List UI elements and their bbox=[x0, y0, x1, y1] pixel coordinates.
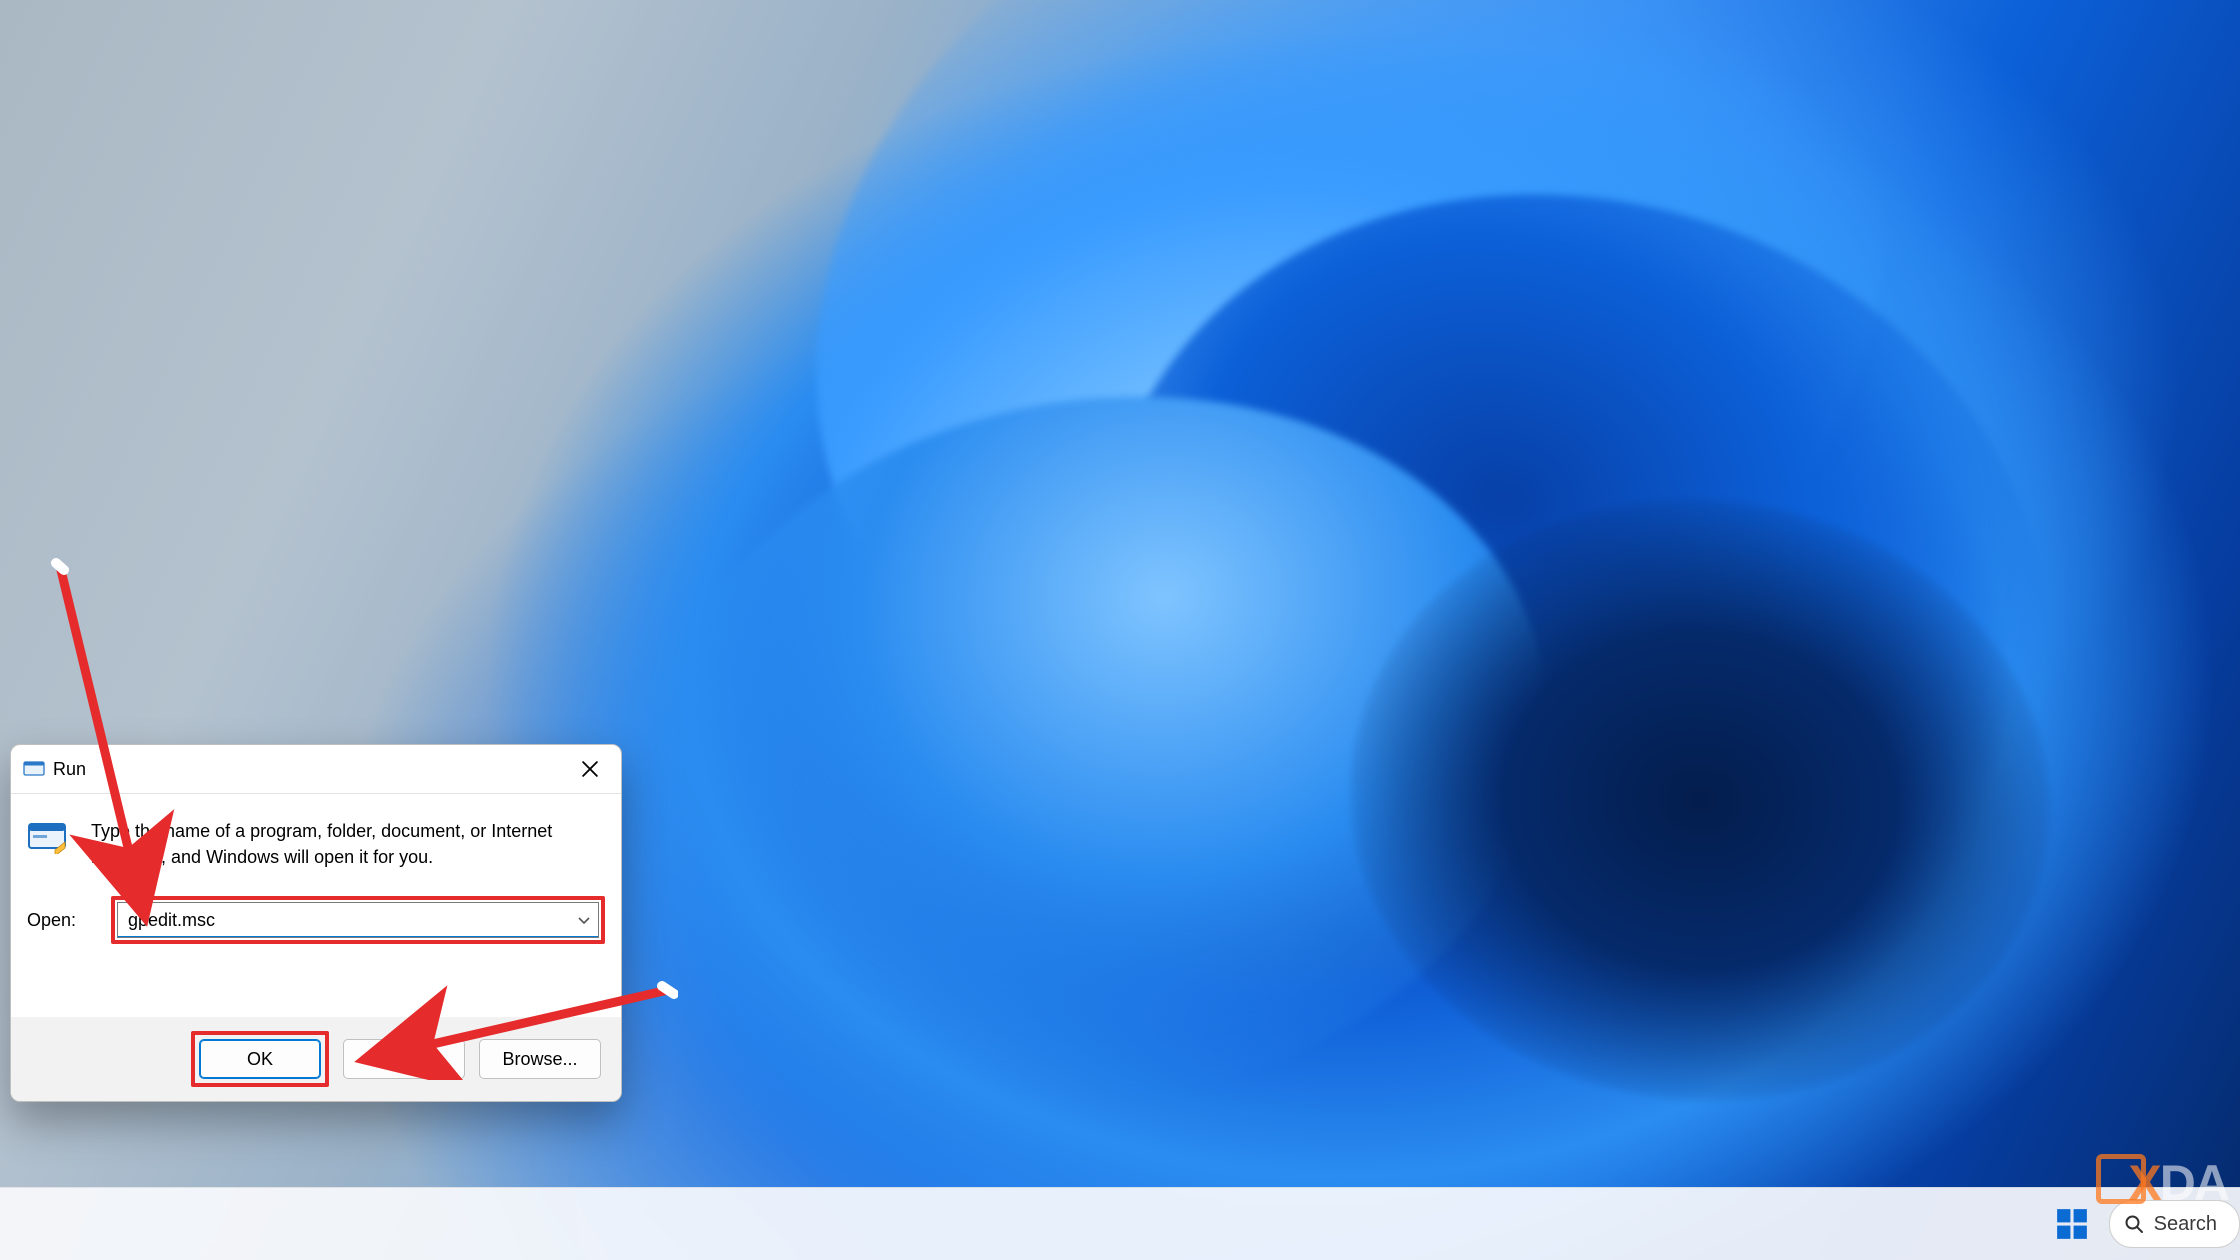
run-app-icon bbox=[27, 820, 69, 854]
open-input[interactable] bbox=[126, 909, 578, 932]
close-button[interactable] bbox=[565, 749, 615, 789]
annotation-ok-highlight: OK bbox=[191, 1031, 329, 1087]
run-title: Run bbox=[53, 759, 86, 780]
taskbar: Search bbox=[0, 1187, 2240, 1260]
cancel-button[interactable]: Cancel bbox=[343, 1039, 465, 1079]
windows-logo-icon bbox=[2055, 1207, 2089, 1241]
annotation-input-highlight bbox=[111, 896, 605, 944]
taskbar-search-label: Search bbox=[2154, 1213, 2217, 1236]
start-button[interactable] bbox=[2049, 1201, 2095, 1247]
open-label: Open: bbox=[27, 910, 101, 931]
ok-button[interactable]: OK bbox=[199, 1039, 321, 1079]
run-titlebar[interactable]: Run bbox=[11, 745, 621, 794]
browse-button[interactable]: Browse... bbox=[479, 1039, 601, 1079]
chevron-down-icon[interactable] bbox=[578, 913, 590, 928]
run-footer: OK Cancel Browse... bbox=[11, 1017, 621, 1101]
search-icon bbox=[2124, 1214, 2144, 1234]
open-combobox[interactable] bbox=[117, 902, 599, 938]
run-description: Type the name of a program, folder, docu… bbox=[91, 818, 605, 870]
run-title-icon bbox=[23, 760, 45, 778]
run-dialog: Run Type the name of a program, folder, … bbox=[10, 744, 622, 1102]
taskbar-search[interactable]: Search bbox=[2109, 1200, 2240, 1248]
